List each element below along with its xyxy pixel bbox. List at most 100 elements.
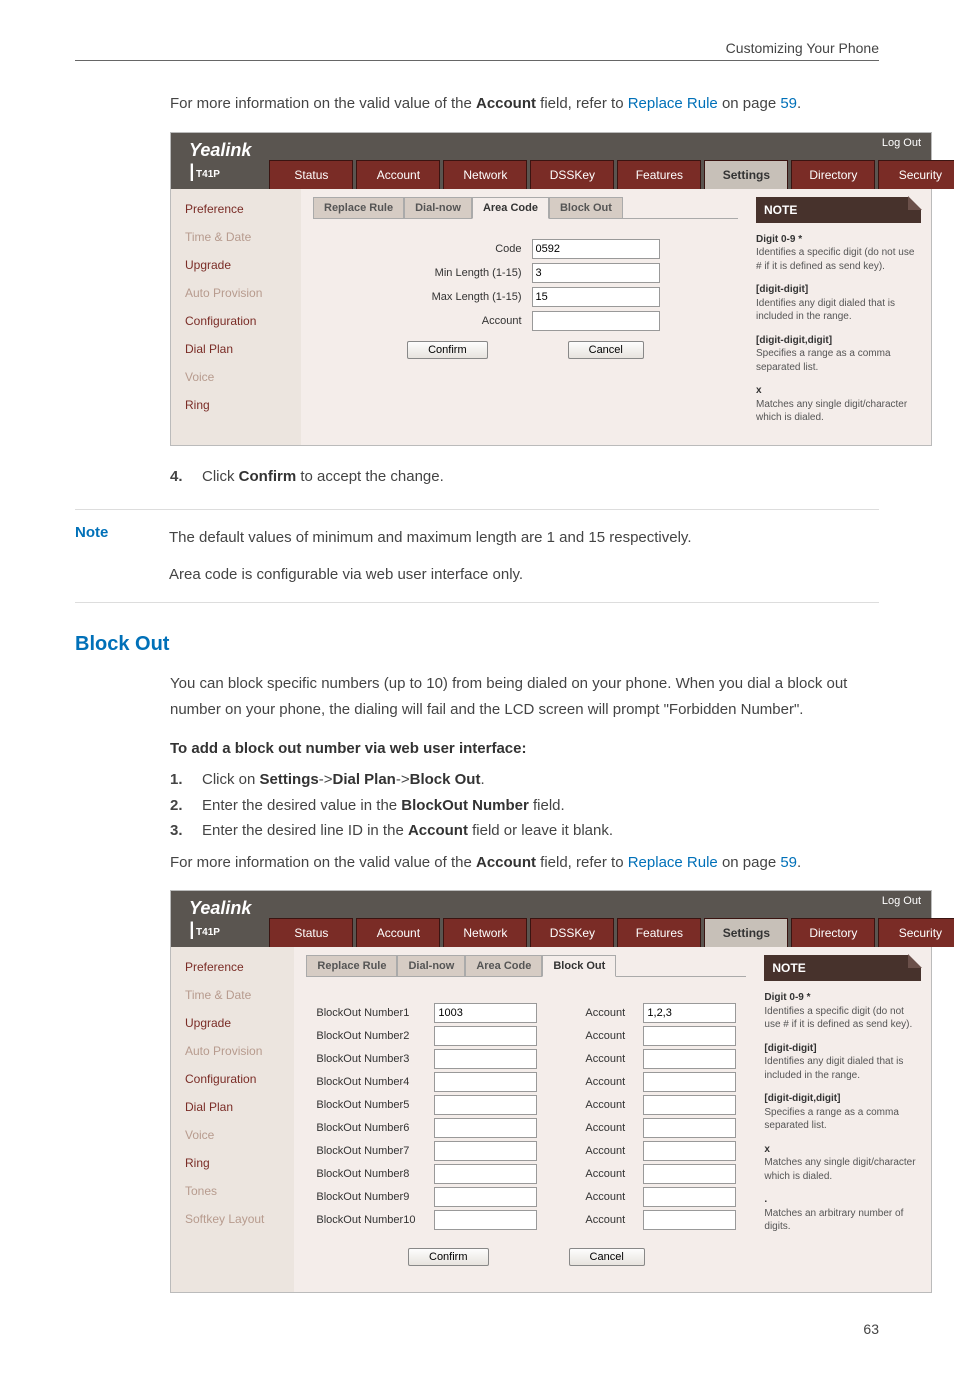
subtab-item[interactable]: Replace Rule <box>306 955 397 977</box>
blockout-account-input[interactable] <box>643 1118 736 1138</box>
text-bold: BlockOut Number <box>401 797 529 814</box>
main-tab-status[interactable]: Status <box>269 918 353 947</box>
main-tab-settings[interactable]: Settings <box>704 918 788 947</box>
page-header: Customizing Your Phone <box>75 40 879 61</box>
blockout-number-input[interactable] <box>434 1118 537 1138</box>
main-tab-status[interactable]: Status <box>269 160 353 189</box>
blockout-account-label: Account <box>585 1053 635 1065</box>
blockout-number-input[interactable] <box>434 1141 537 1161</box>
brand-logo: Yealink |T41P <box>171 140 269 182</box>
sidenav-item[interactable]: Time & Date <box>171 981 294 1009</box>
code-input[interactable] <box>532 239 660 259</box>
main-tab-directory[interactable]: Directory <box>791 160 875 189</box>
sidenav-item[interactable]: Auto Provision <box>171 279 301 307</box>
text: field, refer to <box>536 95 628 112</box>
blockout-label: BlockOut Number8 <box>316 1168 426 1180</box>
sidenav-item[interactable]: Preference <box>171 195 301 223</box>
sidenav-item[interactable]: Upgrade <box>171 1009 294 1037</box>
page-number: 63 <box>75 1321 879 1337</box>
blockout-label: BlockOut Number10 <box>316 1214 426 1226</box>
subtab-item[interactable]: Block Out <box>549 197 623 219</box>
account-input[interactable] <box>532 311 660 331</box>
sidenav-item[interactable]: Voice <box>171 1121 294 1149</box>
subtab-item[interactable]: Area Code <box>472 197 549 219</box>
blockout-account-label: Account <box>585 1030 635 1042</box>
note-label: Note <box>75 524 145 588</box>
sidenav-item[interactable]: Tones <box>171 1177 294 1205</box>
text: . <box>797 95 801 112</box>
main-tab-security[interactable]: Security <box>878 918 954 947</box>
note-item-text: Identifies a specific digit (do not use … <box>764 1006 912 1031</box>
block-out-info: For more information on the valid value … <box>170 850 879 876</box>
blockout-number-input[interactable] <box>434 1049 537 1069</box>
model-text: T41P <box>196 927 220 938</box>
blockout-account-input[interactable] <box>643 1003 736 1023</box>
blockout-account-input[interactable] <box>643 1141 736 1161</box>
confirm-button[interactable]: Confirm <box>407 341 488 359</box>
main-tab-dsskey[interactable]: DSSKey <box>530 160 614 189</box>
sidenav-item[interactable]: Configuration <box>171 1065 294 1093</box>
replace-rule-link[interactable]: Replace Rule <box>628 95 718 112</box>
main-tab-features[interactable]: Features <box>617 918 701 947</box>
text: Click on <box>202 771 260 788</box>
subtab-item[interactable]: Dial-now <box>404 197 472 219</box>
blockout-account-input[interactable] <box>643 1072 736 1092</box>
sidenav-item[interactable]: Softkey Layout <box>171 1205 294 1233</box>
confirm-button[interactable]: Confirm <box>408 1248 489 1266</box>
main-tab-network[interactable]: Network <box>443 160 527 189</box>
subtab-item[interactable]: Replace Rule <box>313 197 404 219</box>
logout-link[interactable]: Log Out <box>882 895 921 907</box>
subtab-item[interactable]: Area Code <box>465 955 542 977</box>
blockout-number-input[interactable] <box>434 1072 537 1092</box>
blockout-number-input[interactable] <box>434 1187 537 1207</box>
note-item-head: [digit-digit] <box>764 1043 816 1054</box>
main-tab-features[interactable]: Features <box>617 160 701 189</box>
sidenav-item[interactable]: Time & Date <box>171 223 301 251</box>
main-tab-dsskey[interactable]: DSSKey <box>530 918 614 947</box>
blockout-number-input[interactable] <box>434 1026 537 1046</box>
cancel-button[interactable]: Cancel <box>568 341 644 359</box>
blockout-number-input[interactable] <box>434 1095 537 1115</box>
note-item-text: Specifies a range as a comma separated l… <box>756 348 891 373</box>
max-length-input[interactable] <box>532 287 660 307</box>
main-tab-network[interactable]: Network <box>443 918 527 947</box>
subtab-item[interactable]: Block Out <box>542 955 616 977</box>
blockout-label: BlockOut Number1 <box>316 1007 426 1019</box>
note-item-text: Matches any single digit/character which… <box>756 399 907 424</box>
main-tab-directory[interactable]: Directory <box>791 918 875 947</box>
main-tab-settings[interactable]: Settings <box>704 160 788 189</box>
text: -> <box>319 771 333 788</box>
blockout-account-input[interactable] <box>643 1187 736 1207</box>
sidenav-item[interactable]: Upgrade <box>171 251 301 279</box>
sidenav-item[interactable]: Ring <box>171 391 301 419</box>
blockout-number-input[interactable] <box>434 1164 537 1184</box>
blockout-account-input[interactable] <box>643 1164 736 1184</box>
main-tab-account[interactable]: Account <box>356 160 440 189</box>
blockout-account-input[interactable] <box>643 1095 736 1115</box>
blockout-number-input[interactable] <box>434 1210 537 1230</box>
blockout-number-input[interactable] <box>434 1003 537 1023</box>
blockout-account-label: Account <box>585 1076 635 1088</box>
sidenav-item[interactable]: Preference <box>171 953 294 981</box>
sidenav-item[interactable]: Auto Provision <box>171 1037 294 1065</box>
sidenav-item[interactable]: Dial Plan <box>171 335 301 363</box>
cancel-button[interactable]: Cancel <box>569 1248 645 1266</box>
sidenav-item[interactable]: Configuration <box>171 307 301 335</box>
replace-rule-link[interactable]: Replace Rule <box>628 854 718 871</box>
blockout-label: BlockOut Number4 <box>316 1076 426 1088</box>
blockout-account-input[interactable] <box>643 1049 736 1069</box>
main-tab-account[interactable]: Account <box>356 918 440 947</box>
main-tab-security[interactable]: Security <box>878 160 954 189</box>
step-1: 1. Click on Settings->Dial Plan->Block O… <box>170 767 879 793</box>
subtab-item[interactable]: Dial-now <box>397 955 465 977</box>
logout-link[interactable]: Log Out <box>882 137 921 149</box>
sidenav-item[interactable]: Ring <box>171 1149 294 1177</box>
min-length-input[interactable] <box>532 263 660 283</box>
model-text: T41P <box>196 169 220 180</box>
sidenav-item[interactable]: Dial Plan <box>171 1093 294 1121</box>
blockout-account-input[interactable] <box>643 1210 736 1230</box>
blockout-label: BlockOut Number5 <box>316 1099 426 1111</box>
blockout-account-input[interactable] <box>643 1026 736 1046</box>
sidenav-item[interactable]: Voice <box>171 363 301 391</box>
blockout-row: BlockOut Number6Account <box>316 1118 736 1138</box>
